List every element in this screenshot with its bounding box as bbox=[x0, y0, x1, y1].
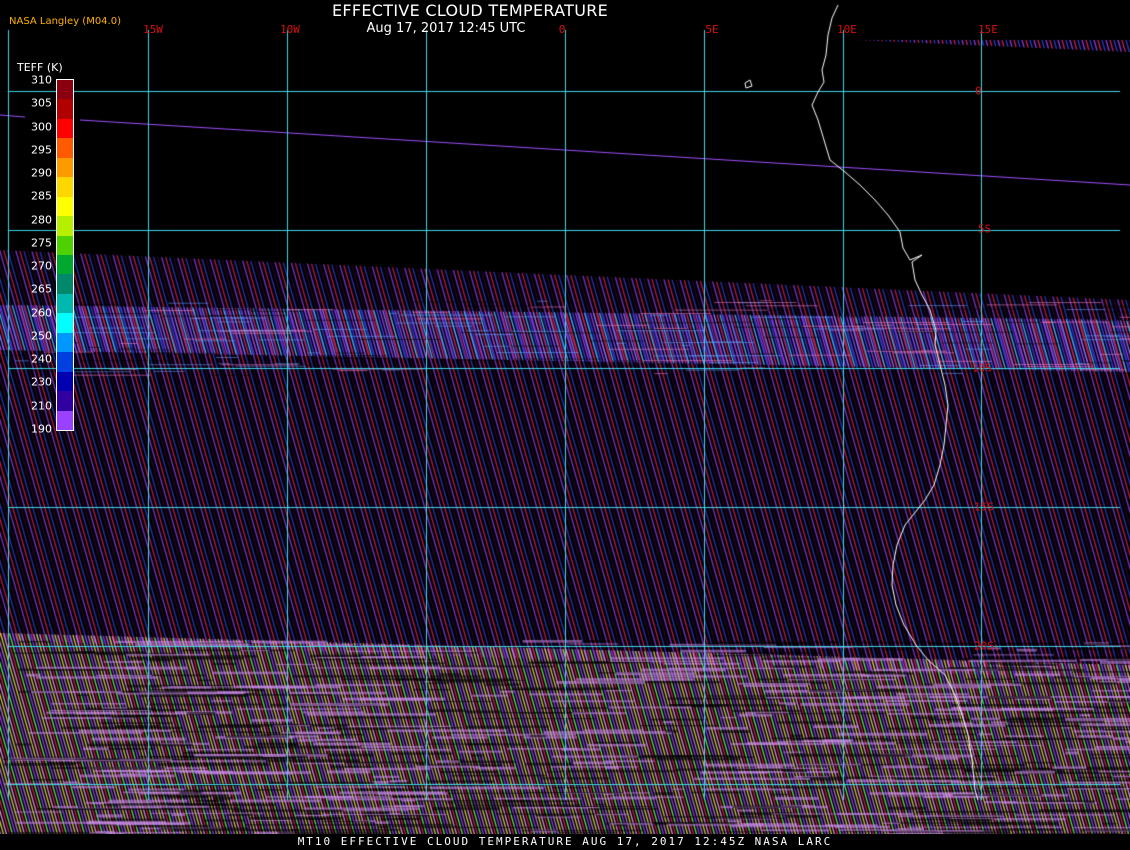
colorbar-cell bbox=[57, 196, 73, 217]
colorbar-tick-label: 310 bbox=[31, 73, 52, 87]
colorbar-cell bbox=[57, 352, 73, 373]
colorbar-cell bbox=[57, 391, 73, 412]
lat-label-5s: 5S bbox=[978, 222, 992, 236]
colorbar-tick-label: 230 bbox=[31, 375, 52, 389]
colorbar-cell bbox=[57, 410, 73, 431]
colorbar-tick-label: 280 bbox=[31, 213, 52, 227]
lon-label-15e: 15E bbox=[978, 23, 998, 36]
lon-label-10w: 10W bbox=[280, 23, 300, 36]
colorbar-cell bbox=[57, 255, 73, 275]
colorbar-tick-label: 295 bbox=[31, 143, 52, 157]
colorbar-cell bbox=[57, 80, 73, 100]
colorbar-tick-label: 190 bbox=[31, 422, 52, 436]
colorbar-tick-label: 210 bbox=[31, 399, 52, 413]
colorbar-tick-label: 300 bbox=[31, 120, 52, 134]
colorbar-cell bbox=[57, 216, 73, 237]
colorbar-cell bbox=[57, 235, 73, 256]
map-title: EFFECTIVE CLOUD TEMPERATURE bbox=[331, 1, 609, 20]
colorbar-cell bbox=[57, 332, 73, 353]
lon-label-15w: 15W bbox=[143, 23, 163, 36]
colorbar-tick-label: 250 bbox=[31, 329, 52, 343]
colorbar-tick-label: 275 bbox=[31, 236, 52, 250]
colorbar bbox=[56, 79, 74, 431]
lat-label-15s: 15S bbox=[974, 500, 994, 514]
map-datetime: Aug 17, 2017 12:45 UTC bbox=[366, 21, 526, 36]
colorbar-cell bbox=[57, 293, 73, 314]
satellite-map-canvas bbox=[0, 0, 1130, 850]
colorbar-tick-label: 285 bbox=[31, 189, 52, 203]
colorbar-cell bbox=[57, 371, 73, 392]
lat-label-10s: 10S bbox=[972, 361, 992, 375]
colorbar-cell bbox=[57, 313, 73, 334]
colorbar-tick-label: 260 bbox=[31, 306, 52, 320]
colorbar-cell bbox=[57, 118, 73, 139]
colorbar-cell bbox=[57, 99, 73, 120]
colorbar-tick-label: 240 bbox=[31, 352, 52, 366]
lat-label-0: 0 bbox=[975, 84, 982, 98]
lon-label-10e: 10E bbox=[837, 23, 857, 36]
colorbar-cell bbox=[57, 157, 73, 178]
colorbar-tick-label: 290 bbox=[31, 166, 52, 180]
footer-caption: MT10 EFFECTIVE CLOUD TEMPERATURE AUG 17,… bbox=[0, 834, 1130, 850]
colorbar-cell bbox=[57, 177, 73, 198]
lon-label-0: 0 bbox=[558, 23, 566, 36]
colorbar-cell bbox=[57, 138, 73, 159]
lon-label-5e: 5E bbox=[705, 23, 719, 36]
colorbar-title: TEFF (K) bbox=[17, 61, 63, 74]
colorbar-cell bbox=[57, 274, 73, 295]
colorbar-tick-label: 305 bbox=[31, 96, 52, 110]
credit-label: NASA Langley (M04.0) bbox=[9, 16, 121, 27]
lat-label-20s: 20S bbox=[974, 639, 994, 653]
colorbar-tick-label: 265 bbox=[31, 282, 52, 296]
colorbar-tick-label: 270 bbox=[31, 259, 52, 273]
